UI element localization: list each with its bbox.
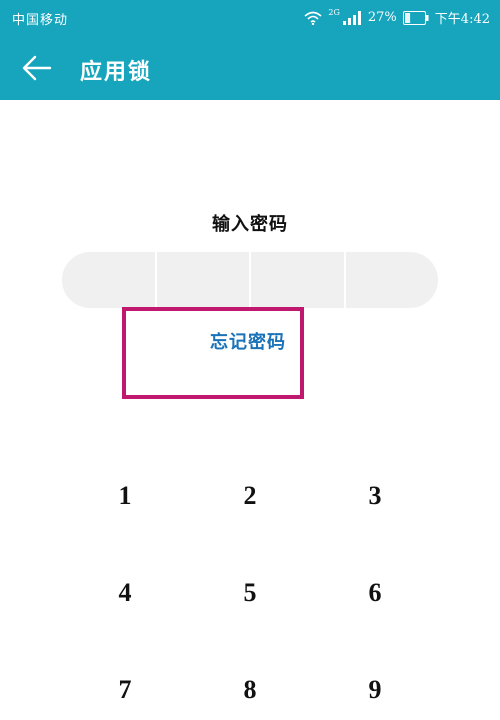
pin-digit-slot [62, 252, 157, 308]
arrow-left-icon[interactable] [22, 54, 52, 82]
network-type-label: 2G [328, 8, 340, 17]
keypad-key-8[interactable]: 8 [200, 660, 300, 720]
pin-digit-slot [251, 252, 346, 308]
keypad-key-6[interactable]: 6 [325, 563, 425, 623]
battery-percent: 27% [367, 10, 397, 25]
pin-digit-slot [346, 252, 439, 308]
battery-icon [402, 10, 429, 25]
wifi-icon [304, 11, 322, 25]
keypad-key-2[interactable]: 2 [200, 466, 300, 526]
carrier-name: 中国移动 [12, 13, 69, 28]
page-title: 应用锁 [80, 59, 153, 85]
keypad-key-3[interactable]: 3 [325, 466, 425, 526]
keypad-key-1[interactable]: 1 [75, 466, 175, 526]
password-prompt: 输入密码 [212, 214, 288, 235]
keypad-key-7[interactable]: 7 [75, 660, 175, 720]
pin-input[interactable] [62, 252, 438, 308]
keypad-key-9[interactable]: 9 [325, 660, 425, 720]
pin-digit-slot [157, 252, 251, 308]
clock: 下午4:42 [434, 12, 490, 27]
keypad-key-4[interactable]: 4 [75, 563, 175, 623]
signal-icon [342, 10, 361, 25]
forgot-password-link[interactable]: 忘记密码 [210, 328, 286, 354]
keypad-key-5[interactable]: 5 [200, 563, 300, 623]
status-bar: 中国移动 2G 27% 下午4:42 [0, 0, 500, 36]
app-bar: 应用锁 [0, 36, 500, 100]
status-icons: 2G 27% 下午4:42 [304, 8, 490, 27]
